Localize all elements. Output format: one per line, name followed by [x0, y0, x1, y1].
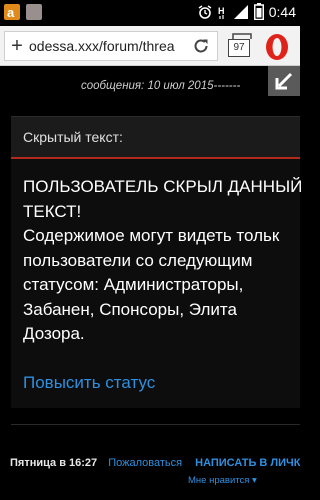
post-divider	[11, 424, 300, 425]
alarm-icon	[198, 4, 212, 19]
like-button[interactable]: Мне нравится ▾	[188, 475, 257, 486]
tabs-button[interactable]: 97	[228, 33, 252, 59]
post-meta-text: сообщения: 10 июл 2015-------	[81, 80, 241, 92]
opera-logo-icon	[266, 34, 288, 60]
post-date: Пятница в 16:27	[10, 457, 98, 469]
add-icon[interactable]: +	[5, 32, 29, 60]
address-bar[interactable]: + odessa.xxx/forum/threa	[4, 31, 218, 61]
hidden-text-title: Скрытый текст:	[23, 129, 123, 145]
status-bar: a H 0:44	[0, 0, 300, 26]
image-notification-icon	[26, 4, 42, 20]
svg-text:a: a	[7, 5, 15, 20]
write-private-link[interactable]: НАПИСАТЬ В ЛИЧК	[195, 457, 300, 469]
tab-count: 97	[228, 39, 250, 57]
scroll-back-button[interactable]	[268, 66, 300, 96]
battery-icon	[253, 3, 264, 20]
notification-icons: a	[4, 4, 42, 20]
reload-button[interactable]	[188, 32, 214, 60]
report-link[interactable]: Пожаловаться	[108, 457, 182, 469]
hidden-text-block: Скрытый текст: ПОЛЬЗОВАТЕЛЬ СКРЫЛ ДАННЫЙ…	[11, 116, 303, 408]
network-h-icon: H	[218, 6, 225, 19]
arrow-down-left-icon	[275, 72, 293, 90]
hidden-text-header: Скрытый текст:	[11, 117, 300, 159]
clock: 0:44	[268, 3, 296, 20]
raise-status-link[interactable]: Повысить статус	[23, 373, 155, 393]
svg-text:H: H	[218, 6, 225, 16]
notification-app-icon: a	[4, 4, 20, 20]
opera-menu-button[interactable]	[262, 32, 292, 62]
post-meta-row: сообщения: 10 июл 2015-------	[0, 66, 300, 106]
hidden-text-body: ПОЛЬЗОВАТЕЛЬ СКРЫЛ ДАННЫЙ ТЕКСТ! Содержи…	[23, 175, 303, 347]
reload-icon	[194, 39, 208, 53]
hidden-text-message: ПОЛЬЗОВАТЕЛЬ СКРЫЛ ДАННЫЙ ТЕКСТ! Содержи…	[23, 177, 303, 343]
signal-icon	[233, 4, 248, 19]
system-icons: H 0:44	[197, 3, 296, 20]
browser-toolbar: + odessa.xxx/forum/threa 97	[0, 26, 300, 66]
post-footer: Пятница в 16:27 Пожаловаться НАПИСАТЬ В …	[10, 457, 300, 469]
